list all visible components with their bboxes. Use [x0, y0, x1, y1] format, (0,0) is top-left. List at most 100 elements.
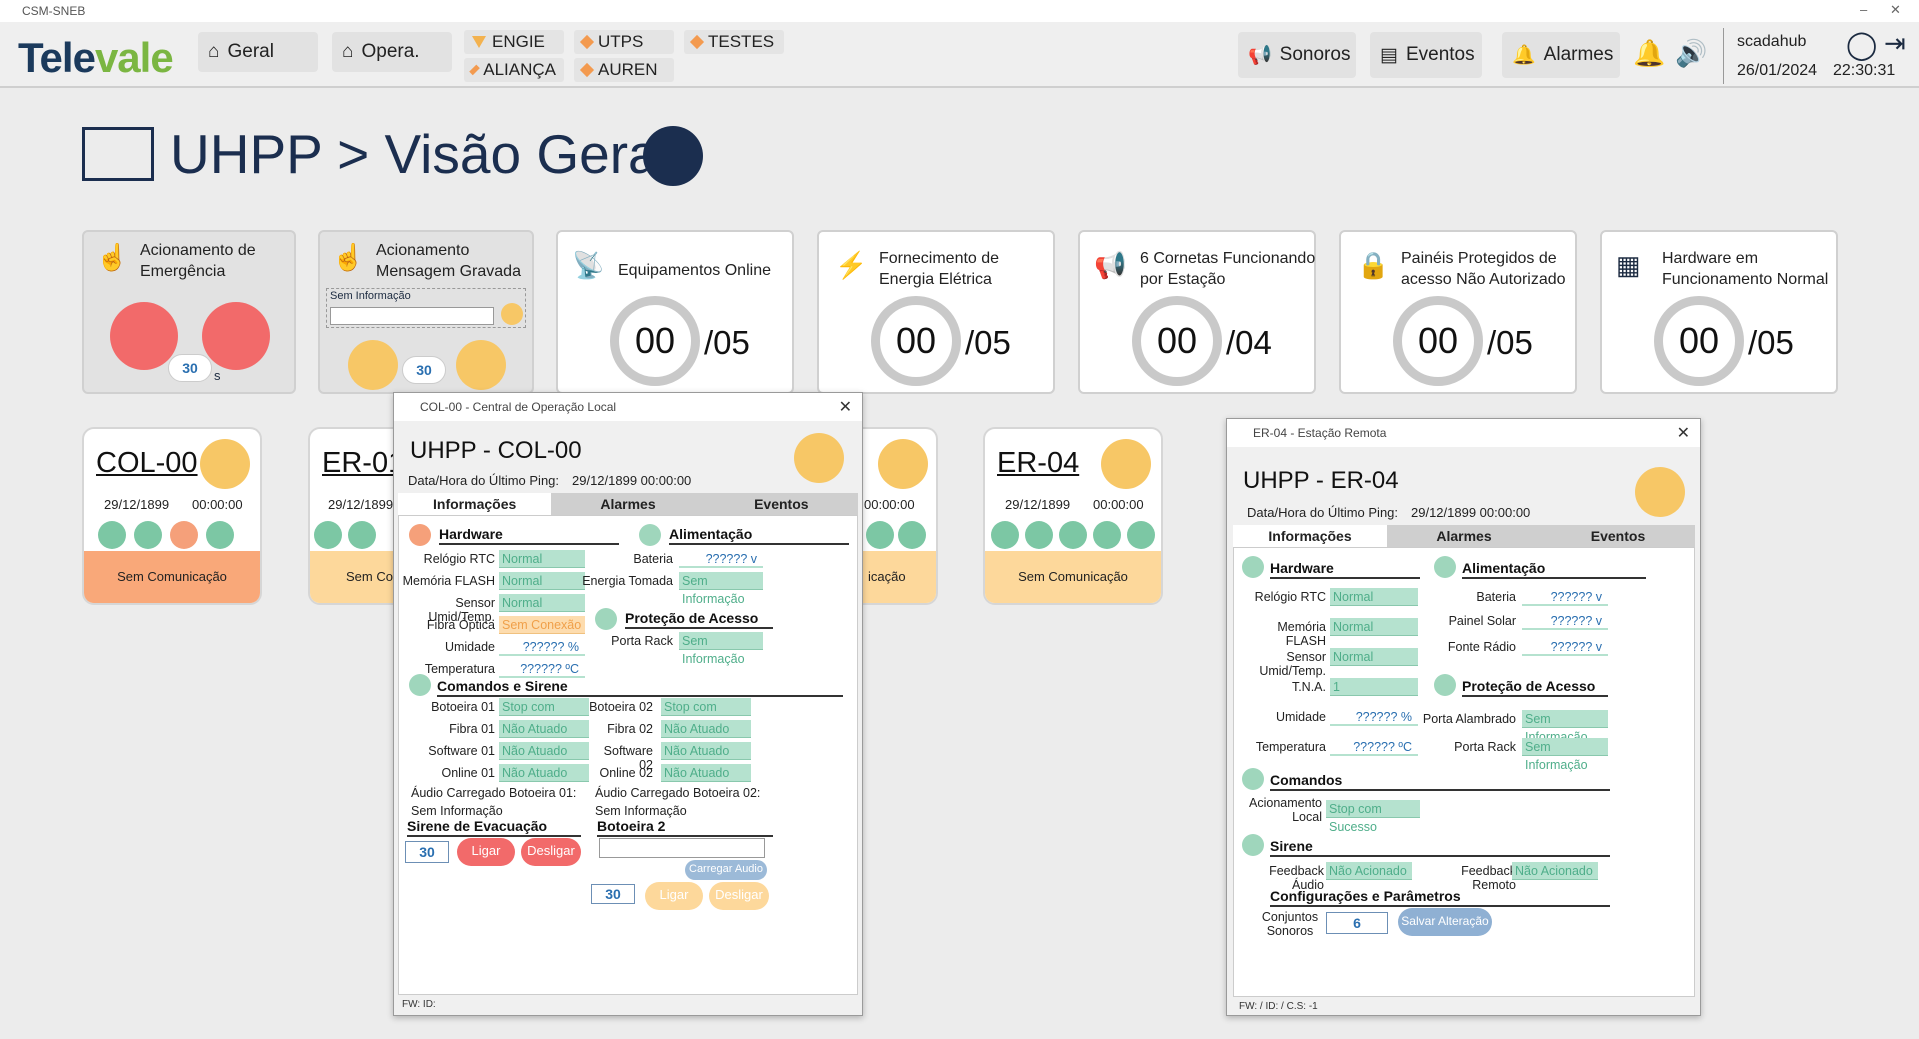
porta-value: Sem Informação: [679, 632, 763, 666]
diamond-icon: [579, 62, 595, 78]
minimize-icon[interactable]: –: [1860, 2, 1867, 17]
user-icon[interactable]: ◯: [1846, 28, 1877, 61]
tab-eventos[interactable]: Eventos: [705, 493, 858, 515]
chip-icon: [1242, 556, 1264, 578]
card-mensagem-label: Acionamento Mensagem Gravada: [376, 242, 521, 280]
page-title: UHPP > Visão Geral: [170, 123, 671, 185]
lightning-icon: ⚡: [835, 250, 868, 280]
megaphone-icon: 📢: [1094, 250, 1127, 280]
col-tabs: Informações Alarmes Eventos: [398, 493, 858, 515]
energia-value: Sem Informação: [679, 572, 763, 606]
col-window-titlebar: COL-00 - Central de Operação Local ✕: [394, 393, 862, 421]
lock-icon: [1434, 674, 1456, 696]
sonoros-button[interactable]: 📢 Sonoros: [1238, 32, 1356, 78]
lock-icon: 🔒: [1357, 250, 1390, 280]
antenna-icon: [200, 439, 250, 489]
card-mensagem: ☝ Acionamento Mensagem Gravada Sem Infor…: [318, 230, 534, 394]
msg-seconds[interactable]: 30: [402, 356, 446, 384]
tab-alarmes[interactable]: Alarmes: [1387, 525, 1541, 547]
window-heading: UHPP - ER-04: [1243, 467, 1399, 494]
conjuntos-input[interactable]: 6: [1326, 912, 1388, 934]
tab-alarmes[interactable]: Alarmes: [551, 493, 704, 515]
col-00-window: COL-00 - Central de Operação Local ✕ UHPP…: [393, 392, 863, 1016]
station-name: ER-04: [997, 447, 1080, 479]
close-icon[interactable]: ✕: [1890, 2, 1901, 18]
sirene-seconds-input[interactable]: 30: [405, 841, 449, 863]
window-titlebar: CSM-SNEB – ✕: [0, 0, 1919, 22]
salvar-alteracao-button[interactable]: Salvar Alteração: [1398, 908, 1492, 936]
sirene-desligar-button[interactable]: Desligar: [521, 838, 581, 866]
er-04-window: ER-04 - Estação Remota ✕ UHPP - ER-04 Dat…: [1226, 418, 1701, 1016]
group-alianca[interactable]: ALIANÇA: [464, 58, 564, 82]
bateria-value: ?????? v: [679, 550, 763, 568]
col-info-pane: Hardware Alimentação Relógio RTC Normal M…: [398, 515, 858, 995]
tab-informacoes[interactable]: Informações: [1233, 525, 1387, 547]
tab-informacoes[interactable]: Informações: [398, 493, 552, 515]
card-energia: ⚡ Fornecimento de Energia Elétrica 00 /0…: [817, 230, 1055, 394]
chip-icon: [866, 521, 894, 549]
touch-icon: [1242, 768, 1264, 790]
botoeira2-ligar-button[interactable]: Ligar: [645, 882, 703, 910]
group-testes[interactable]: TESTES: [684, 30, 784, 54]
tab-eventos[interactable]: Eventos: [1541, 525, 1695, 547]
card-emergencia-label: Acionamento de Emergência: [140, 242, 256, 280]
geral-button[interactable]: ⌂ Geral: [198, 32, 318, 72]
opera-button[interactable]: ⌂ Opera.: [332, 32, 452, 72]
televale-logo: Televale: [18, 34, 174, 81]
lock-icon: [206, 521, 234, 549]
temperatura-value: ?????? ºC: [499, 660, 585, 678]
stop-button[interactable]: [202, 302, 270, 370]
close-icon[interactable]: ✕: [839, 397, 852, 417]
location-pin-icon[interactable]: [643, 126, 703, 186]
upload-icon[interactable]: [501, 303, 523, 325]
play-button[interactable]: [348, 340, 398, 390]
emerg-seconds[interactable]: 30: [168, 354, 212, 382]
stop-button[interactable]: [456, 340, 506, 390]
document-icon: ▤: [1380, 44, 1398, 66]
sensor-value: Normal: [499, 594, 585, 612]
botoeira2-dropdown[interactable]: [599, 838, 765, 858]
megaphone-icon: [1242, 834, 1264, 856]
station-status: Sem Comunicação: [985, 551, 1161, 603]
group-utps[interactable]: UTPS: [574, 30, 674, 54]
group-engie[interactable]: ENGIE: [464, 30, 564, 54]
bell-icon: 🔔: [1512, 45, 1536, 66]
megaphone-icon: [314, 521, 342, 549]
card-paineis: 🔒 Painéis Protegidos de acesso Não Autor…: [1339, 230, 1577, 394]
card-equipamentos-online: 📡 Equipamentos Online 00 /05: [556, 230, 794, 394]
username: scadahub: [1737, 33, 1807, 50]
chip-icon: [1093, 521, 1121, 549]
botoeira2-seconds-input[interactable]: 30: [591, 884, 635, 904]
station-card-col-00[interactable]: COL-00 29/12/1899 00:00:00 Sem Comunicaç…: [82, 427, 262, 605]
counter-paineis: 00: [1393, 296, 1483, 386]
touch-icon: ☝: [332, 242, 365, 272]
station-name: ER-01: [322, 447, 405, 479]
top-navbar: Televale ⌂ Geral ⌂ Opera. ENGIE ALIANÇA UT…: [0, 22, 1919, 88]
logout-icon[interactable]: ⇥: [1884, 28, 1906, 59]
lightning-icon: [639, 524, 661, 546]
carregar-audio-button[interactable]: Carregar Audio: [685, 860, 767, 880]
antenna-icon: [1101, 439, 1151, 489]
touch-icon: [98, 521, 126, 549]
play-button[interactable]: [110, 302, 178, 370]
botoeira2-desligar-button[interactable]: Desligar: [709, 882, 769, 910]
audio-select-box: Sem Informação: [326, 288, 526, 328]
sirene-ligar-button[interactable]: Ligar: [457, 838, 515, 866]
audio-dropdown[interactable]: [330, 307, 494, 325]
touch-icon: [409, 674, 431, 696]
speaker-icon[interactable]: 🔊: [1675, 38, 1707, 69]
alarm-bell-icon[interactable]: 🔔: [1633, 38, 1665, 69]
home-icon: ⌂: [342, 41, 354, 62]
eventos-button[interactable]: ▤ Eventos: [1370, 32, 1482, 78]
close-icon[interactable]: ✕: [1677, 423, 1690, 443]
group-auren[interactable]: AUREN: [574, 58, 674, 82]
station-card-er-04[interactable]: ER-04 29/12/1899 00:00:00 Sem Comunicaçã…: [983, 427, 1163, 605]
window-heading: UHPP - COL-00: [410, 437, 582, 464]
chip-icon: [170, 521, 198, 549]
counter-energia: 00: [871, 296, 961, 386]
station-name: COL-00: [96, 447, 198, 479]
alarmes-button[interactable]: 🔔 Alarmes: [1502, 32, 1620, 78]
triangle-icon: [472, 36, 486, 48]
lightning-icon: [1059, 521, 1087, 549]
lightning-icon: [134, 521, 162, 549]
